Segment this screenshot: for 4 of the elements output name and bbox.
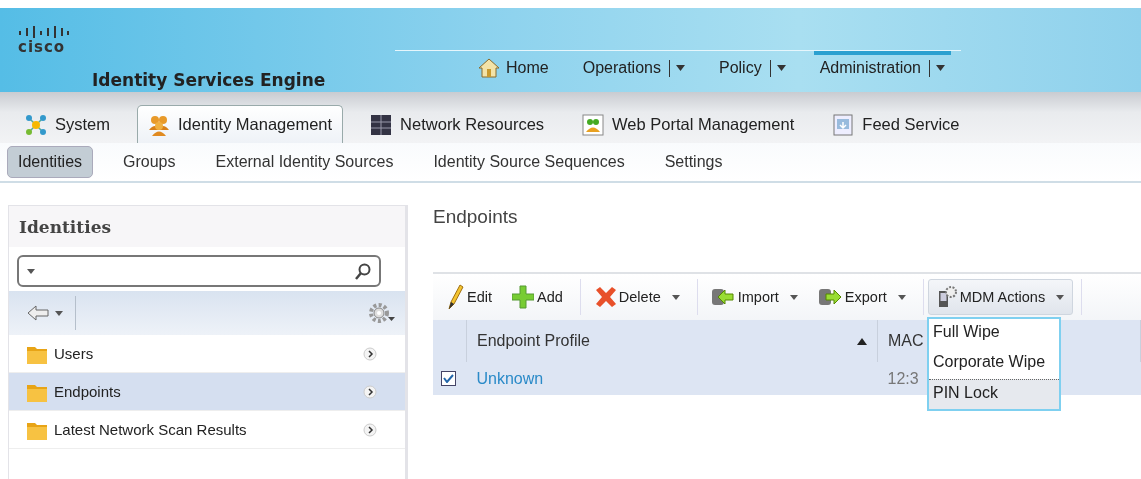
page-title: Endpoints — [433, 206, 518, 227]
panel-title: Identities — [19, 216, 112, 237]
logo-text: cisco — [18, 39, 66, 55]
product-title: Identity Services Engine — [92, 70, 326, 90]
